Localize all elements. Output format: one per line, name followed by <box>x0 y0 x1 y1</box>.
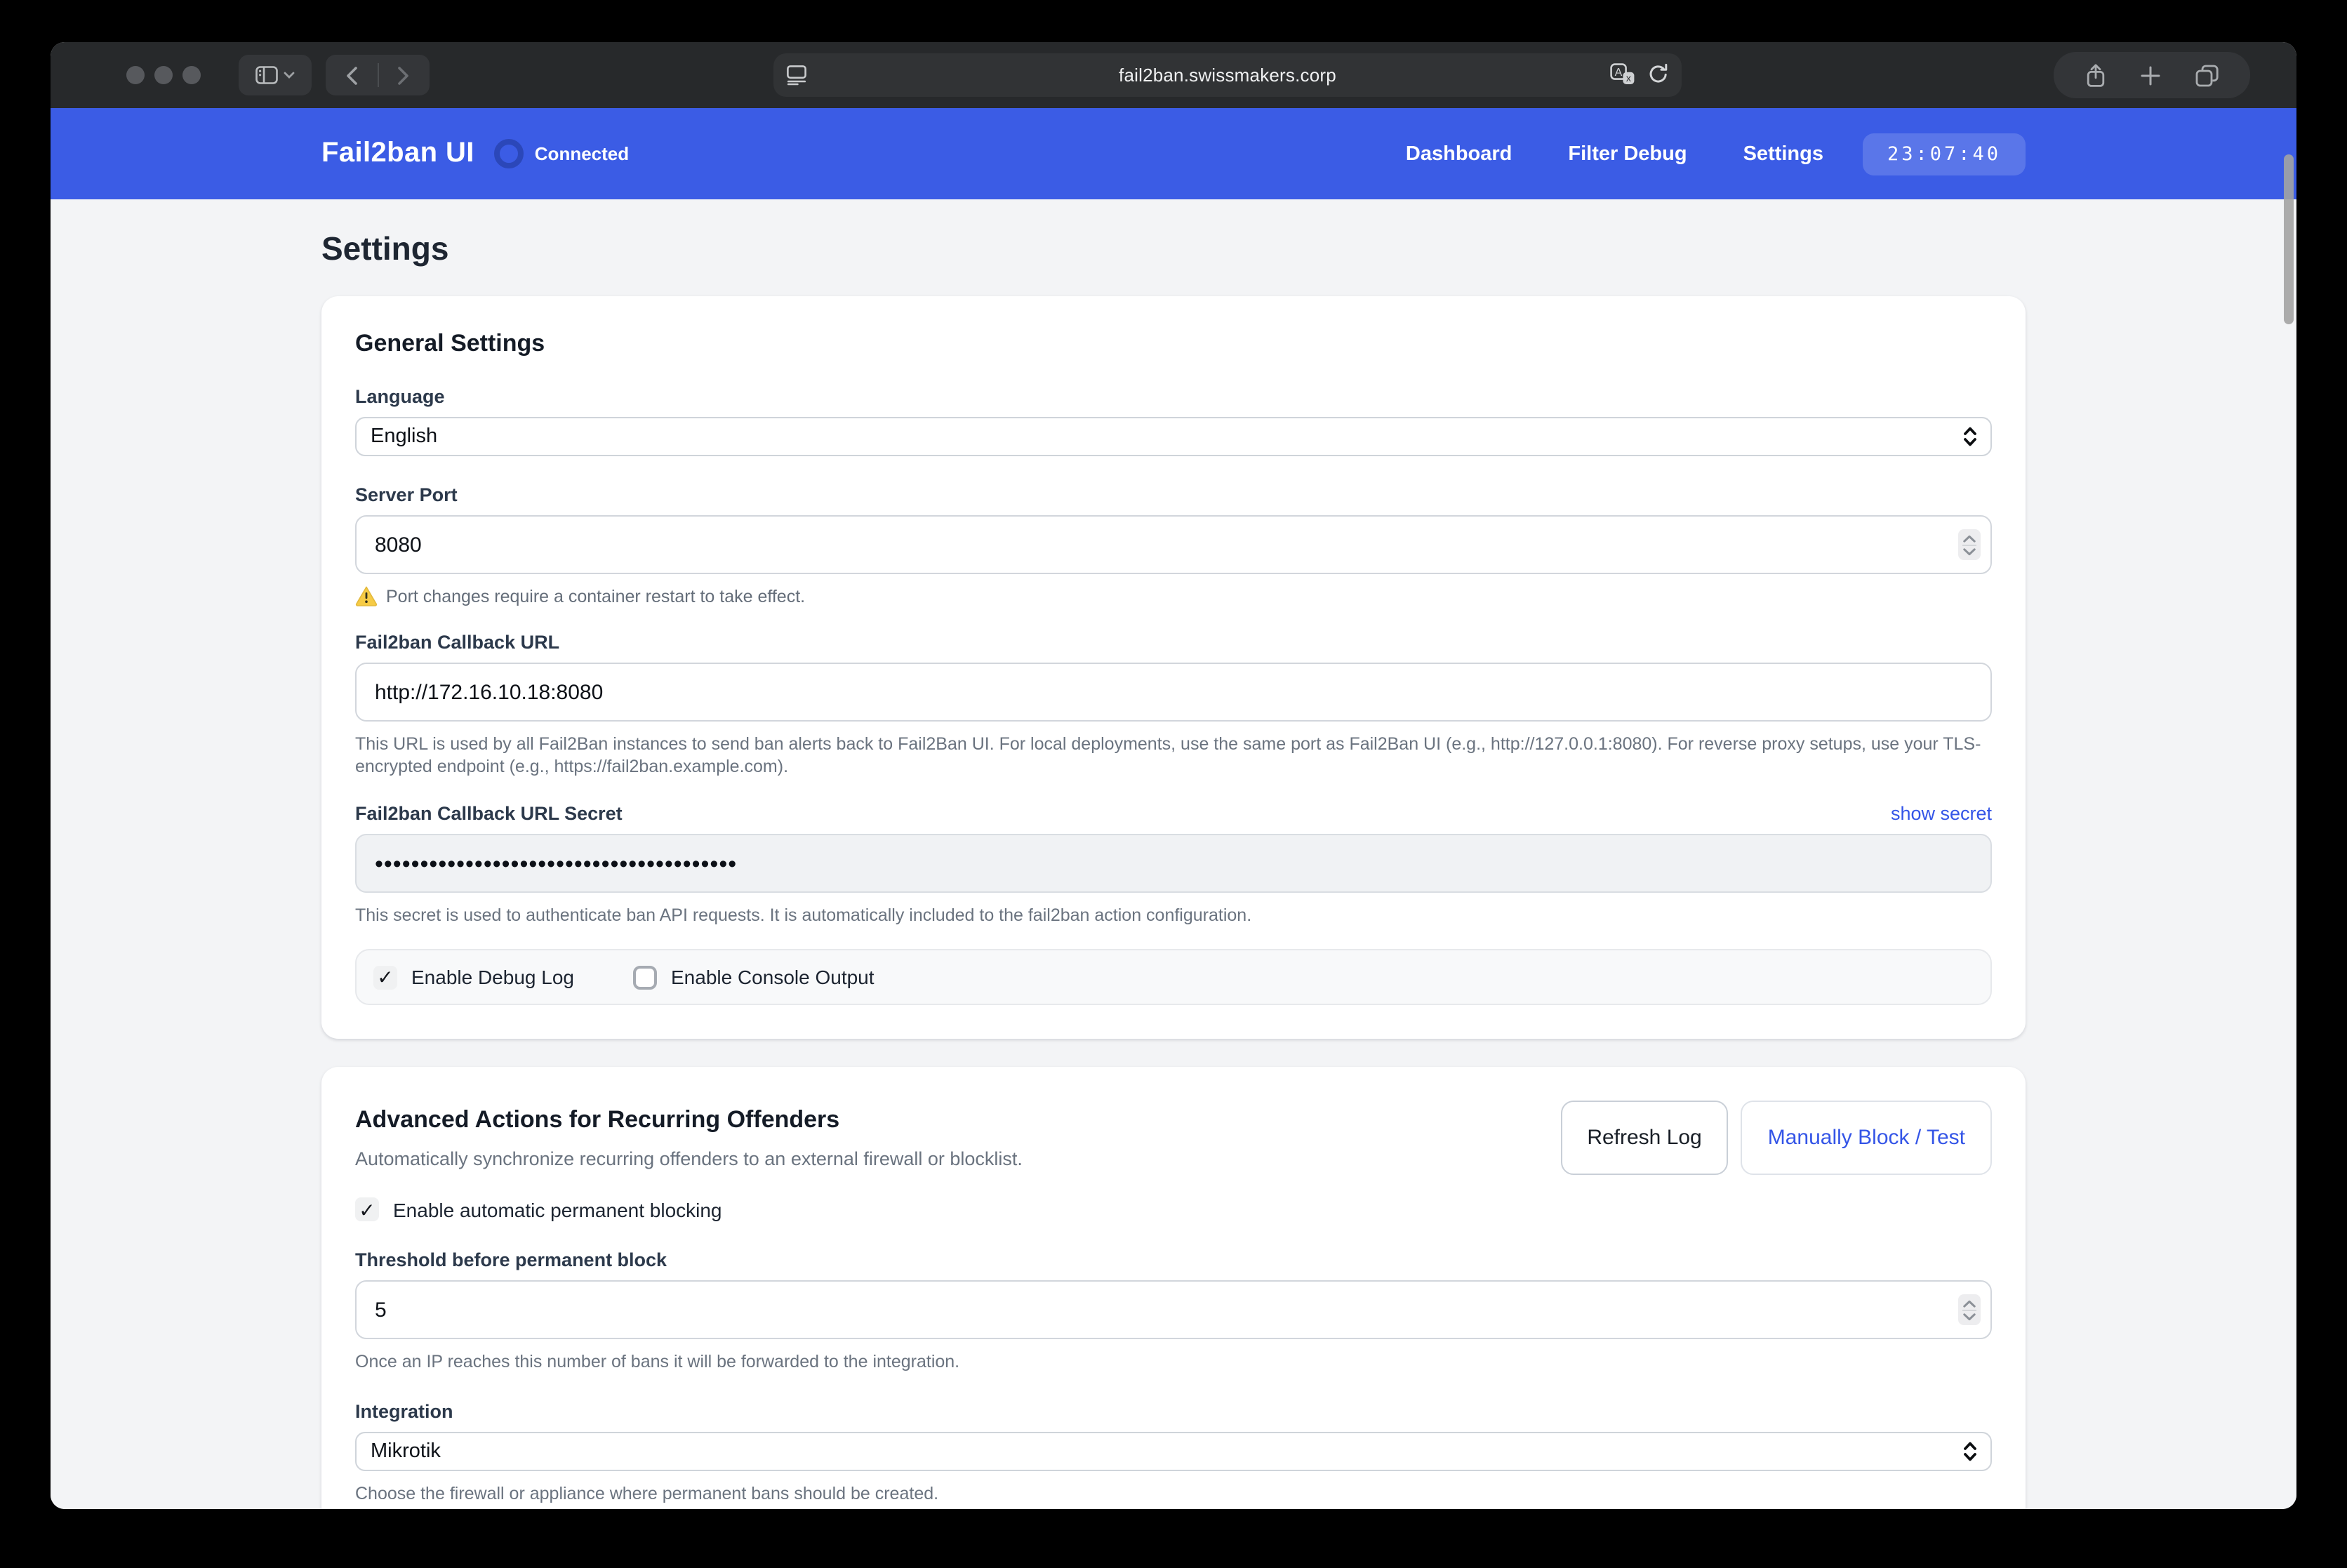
reload-icon[interactable] <box>1648 63 1669 86</box>
card-heading: General Settings <box>355 330 1992 358</box>
callback-url-help: This URL is used by all Fail2Ban instanc… <box>355 733 1992 778</box>
callback-url-input[interactable] <box>355 663 1992 722</box>
browser-window: fail2ban.swissmakers.corp A x <box>51 42 2296 1509</box>
close-window-button[interactable] <box>126 66 145 84</box>
forward-chevron-icon <box>400 67 408 83</box>
nav-filter-debug[interactable]: Filter Debug <box>1568 142 1687 165</box>
manually-block-test-button[interactable]: Manually Block / Test <box>1741 1101 1992 1175</box>
number-stepper[interactable] <box>1958 529 1981 560</box>
integration-help: Choose the firewall or appliance where p… <box>355 1482 1992 1505</box>
app-brand: Fail2ban UI <box>321 138 474 170</box>
tab-overview-button[interactable] <box>2195 64 2219 86</box>
sidebar-toggle-button[interactable] <box>239 55 312 95</box>
plus-icon <box>2141 65 2161 85</box>
card-subheading: Automatically synchronize recurring offe… <box>355 1148 1023 1169</box>
app-header: Fail2ban UI Connected Dashboard Filter D… <box>51 108 2296 199</box>
main-nav: Dashboard Filter Debug Settings <box>1406 142 1823 165</box>
page-settings-icon[interactable] <box>786 65 807 86</box>
url-text: fail2ban.swissmakers.corp <box>773 65 1682 86</box>
nav-dashboard[interactable]: Dashboard <box>1406 142 1512 165</box>
new-tab-button[interactable] <box>2141 65 2161 85</box>
connection-status-label: Connected <box>535 143 629 164</box>
traffic-lights <box>126 66 201 84</box>
stepper-down-icon <box>1964 1314 1974 1319</box>
console-output-label: Enable Console Output <box>671 966 875 988</box>
port-warning: Port changes require a container restart… <box>355 585 1992 606</box>
debug-log-checkbox[interactable] <box>373 965 397 989</box>
connection-status-icon <box>494 139 524 168</box>
warning-icon <box>355 585 378 606</box>
forward-button[interactable] <box>378 64 430 86</box>
stepper-up-icon <box>1964 1301 1974 1305</box>
minimize-window-button[interactable] <box>154 66 173 84</box>
translate-icon[interactable]: A x <box>1610 63 1635 86</box>
server-port-label: Server Port <box>355 484 1992 505</box>
stepper-up-icon <box>1964 536 1974 540</box>
share-button[interactable] <box>2085 62 2107 88</box>
console-output-checkbox[interactable] <box>633 965 657 989</box>
log-options-bar: Enable Debug Log Enable Console Output <box>355 949 1992 1005</box>
callback-url-label: Fail2ban Callback URL <box>355 632 1992 653</box>
select-chevrons-icon <box>1962 1440 1978 1463</box>
language-select[interactable]: English <box>355 417 1992 456</box>
address-bar[interactable]: fail2ban.swissmakers.corp A x <box>773 53 1682 97</box>
toolbar-right-group <box>2054 52 2250 98</box>
svg-text:A: A <box>1615 67 1623 79</box>
select-chevrons-icon <box>1962 425 1978 448</box>
threshold-label: Threshold before permanent block <box>355 1249 1992 1270</box>
zoom-window-button[interactable] <box>182 66 201 84</box>
sidebar-icon <box>255 66 278 84</box>
card-heading: Advanced Actions for Recurring Offenders <box>355 1106 1023 1134</box>
debug-log-label: Enable Debug Log <box>411 966 574 988</box>
nav-settings[interactable]: Settings <box>1743 142 1823 165</box>
refresh-log-button[interactable]: Refresh Log <box>1560 1101 1728 1175</box>
general-settings-card: General Settings Language English Server… <box>321 296 2026 1039</box>
callback-secret-help: This secret is used to authenticate ban … <box>355 904 1992 926</box>
stepper-down-icon <box>1964 549 1974 554</box>
back-button[interactable] <box>326 64 377 86</box>
screen: fail2ban.swissmakers.corp A x <box>0 0 2347 1568</box>
threshold-help: Once an IP reaches this number of bans i… <box>355 1350 1992 1373</box>
page-title: Settings <box>321 230 2026 268</box>
threshold-input[interactable] <box>355 1280 1992 1339</box>
server-port-input[interactable] <box>355 515 1992 574</box>
auto-permanent-block-checkbox[interactable] <box>355 1197 379 1221</box>
back-chevron-icon <box>348 67 356 83</box>
integration-select[interactable]: Mikrotik <box>355 1432 1992 1471</box>
share-icon <box>2085 62 2107 88</box>
callback-secret-label: Fail2ban Callback URL Secret <box>355 803 623 824</box>
show-secret-link[interactable]: show secret <box>1891 803 1992 824</box>
scrollbar-thumb[interactable] <box>2284 154 2294 324</box>
auto-permanent-block-label: Enable automatic permanent blocking <box>393 1198 722 1221</box>
callback-secret-input[interactable] <box>355 834 1992 893</box>
address-bar-accessories: A x <box>1610 63 1669 86</box>
number-stepper[interactable] <box>1958 1294 1981 1325</box>
advanced-actions-card: Advanced Actions for Recurring Offenders… <box>321 1067 2026 1509</box>
clock-badge: 23:07:40 <box>1863 133 2026 175</box>
page-content: Settings General Settings Language Engli… <box>51 199 2296 1509</box>
language-label: Language <box>355 386 1992 407</box>
integration-label: Integration <box>355 1401 1992 1422</box>
tabs-icon <box>2195 64 2219 86</box>
chevron-down-icon <box>284 72 295 79</box>
history-nav-group <box>326 55 430 95</box>
svg-text:x: x <box>1626 72 1631 84</box>
browser-toolbar: fail2ban.swissmakers.corp A x <box>51 42 2296 108</box>
